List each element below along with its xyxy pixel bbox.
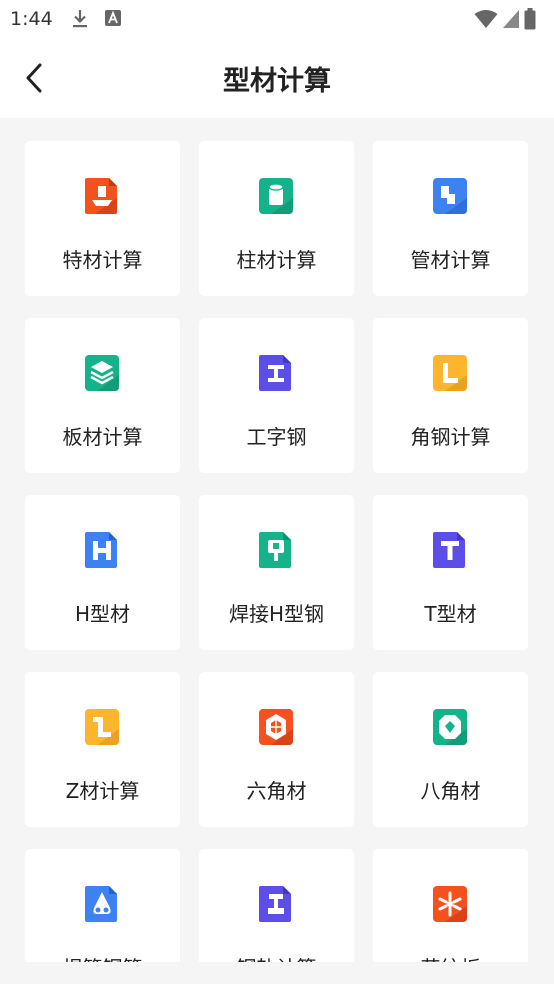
card-welded-h-beam[interactable]: 焊接H型钢 (199, 495, 354, 650)
card-cylinder-material[interactable]: 柱材计算 (199, 141, 354, 296)
z-profile-icon (85, 709, 119, 745)
angle-steel-icon (433, 355, 467, 391)
pattern-plate-icon (433, 886, 467, 922)
card-label: 花纹板 (373, 952, 528, 962)
status-icons (474, 8, 536, 30)
wifi-icon (474, 10, 498, 28)
card-pattern-plate[interactable]: 花纹板 (373, 849, 528, 962)
layers-icon (85, 355, 119, 391)
card-label: 柱材计算 (236, 248, 317, 272)
card-label: H型材 (74, 602, 131, 626)
page-title: 型材计算 (223, 66, 331, 97)
status-time: 1:44 (10, 8, 53, 30)
battery-icon (524, 8, 536, 30)
card-t-beam[interactable]: T型材 (373, 495, 528, 650)
card-label: 管材计算 (410, 248, 491, 272)
card-welded-pipe[interactable]: 焊管钢管 (25, 849, 180, 962)
app-bar: 型材计算 (0, 38, 554, 118)
card-label: 角钢计算 (410, 425, 491, 449)
card-label: 板材计算 (62, 425, 143, 449)
rail-icon (259, 886, 291, 922)
cylinder-icon (259, 178, 293, 214)
card-z-profile[interactable]: Z材计算 (25, 672, 180, 827)
card-label: 焊管钢管 (25, 952, 180, 962)
t-beam-icon (433, 532, 465, 568)
octagon-icon (433, 709, 467, 745)
card-label: 八角材 (420, 779, 481, 803)
card-label: 六角材 (246, 779, 307, 803)
signal-icon (503, 10, 519, 28)
hexagon-icon (259, 709, 293, 745)
card-octagon[interactable]: 八角材 (373, 672, 528, 827)
welded-pipe-icon (85, 886, 117, 922)
i-beam-icon (259, 355, 291, 391)
card-angle-steel[interactable]: 角钢计算 (373, 318, 528, 473)
pipe-icon (433, 178, 467, 214)
download-icon (73, 10, 87, 28)
card-label: 工字钢 (246, 425, 307, 449)
card-label: 钢轨计算 (199, 952, 354, 962)
card-i-beam[interactable]: 工字钢 (199, 318, 354, 473)
special-material-icon (85, 178, 117, 214)
card-hexagon[interactable]: 六角材 (199, 672, 354, 827)
welded-h-beam-icon (259, 532, 291, 568)
card-label: 特材计算 (62, 248, 143, 272)
h-beam-icon (85, 532, 117, 568)
card-h-beam[interactable]: H型材 (25, 495, 180, 650)
card-pipe-material[interactable]: 管材计算 (373, 141, 528, 296)
card-label: T型材 (424, 602, 477, 626)
status-bar: 1:44 (0, 0, 554, 38)
calculator-grid: 特材计算 柱材计算 管材计算 板材计算 工字钢 角钢计算 H型材 焊接H型钢 T… (0, 118, 554, 962)
card-rail[interactable]: 钢轨计算 (199, 849, 354, 962)
card-label: Z材计算 (65, 779, 140, 803)
card-label: 焊接H型钢 (228, 602, 325, 626)
font-app-icon (105, 10, 121, 26)
bottom-spacer (0, 962, 554, 984)
card-special-material[interactable]: 特材计算 (25, 141, 180, 296)
card-plate-material[interactable]: 板材计算 (25, 318, 180, 473)
